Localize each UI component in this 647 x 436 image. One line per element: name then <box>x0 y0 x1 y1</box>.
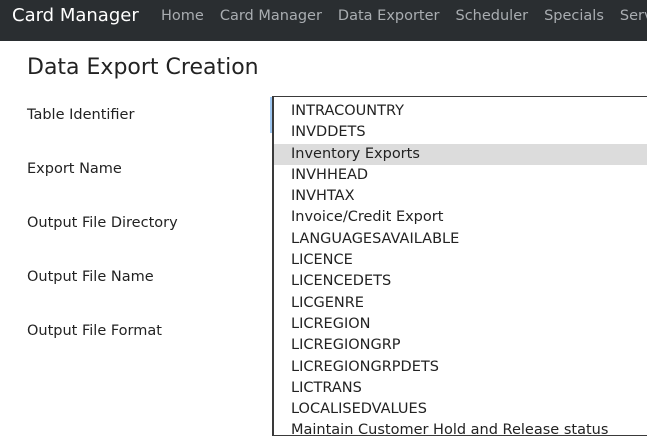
output-file-format-label: Output File Format <box>27 323 162 339</box>
dropdown-option[interactable]: LICREGION <box>274 314 647 335</box>
nav-server[interactable]: Server <box>620 0 647 41</box>
table-identifier-label: Table Identifier <box>27 107 135 123</box>
dropdown-option[interactable]: LICENCE <box>274 250 647 271</box>
export-name-label: Export Name <box>27 161 122 177</box>
nav-links: Home Card Manager Data Exporter Schedule… <box>161 0 647 41</box>
output-file-directory-label: Output File Directory <box>27 215 178 231</box>
nav-data-exporter[interactable]: Data Exporter <box>338 0 440 41</box>
dropdown-option[interactable]: LICGENRE <box>274 293 647 314</box>
dropdown-option[interactable]: LICREGIONGRP <box>274 335 647 356</box>
nav-scheduler[interactable]: Scheduler <box>456 0 529 41</box>
nav-home[interactable]: Home <box>161 0 204 41</box>
output-file-name-label: Output File Name <box>27 269 154 285</box>
dropdown-option[interactable]: LICTRANS <box>274 378 647 399</box>
dropdown-option[interactable]: LOCALISEDVALUES <box>274 399 647 420</box>
dropdown-option[interactable]: LANGUAGESAVAILABLE <box>274 229 647 250</box>
table-identifier-dropdown-list[interactable]: INTRACOUNTRY INVDDETS Inventory Exports … <box>272 96 647 436</box>
brand-link[interactable]: Card Manager <box>12 5 139 26</box>
dropdown-option[interactable]: LICENCEDETS <box>274 271 647 292</box>
dropdown-option[interactable]: INVHTAX <box>274 186 647 207</box>
dropdown-option[interactable]: Invoice/Credit Export <box>274 207 647 228</box>
nav-specials[interactable]: Specials <box>544 0 604 41</box>
dropdown-option[interactable]: Maintain Customer Hold and Release statu… <box>274 420 647 435</box>
dropdown-option[interactable]: LICREGIONGRPDETS <box>274 357 647 378</box>
dropdown-option[interactable]: INVHHEAD <box>274 165 647 186</box>
top-navbar: Card Manager Home Card Manager Data Expo… <box>0 0 647 41</box>
page-title: Data Export Creation <box>27 55 259 80</box>
dropdown-option-highlighted[interactable]: Inventory Exports <box>274 143 647 165</box>
nav-card-manager[interactable]: Card Manager <box>220 0 322 41</box>
dropdown-option[interactable]: INTRACOUNTRY <box>274 101 647 122</box>
dropdown-option[interactable]: INVDDETS <box>274 122 647 143</box>
